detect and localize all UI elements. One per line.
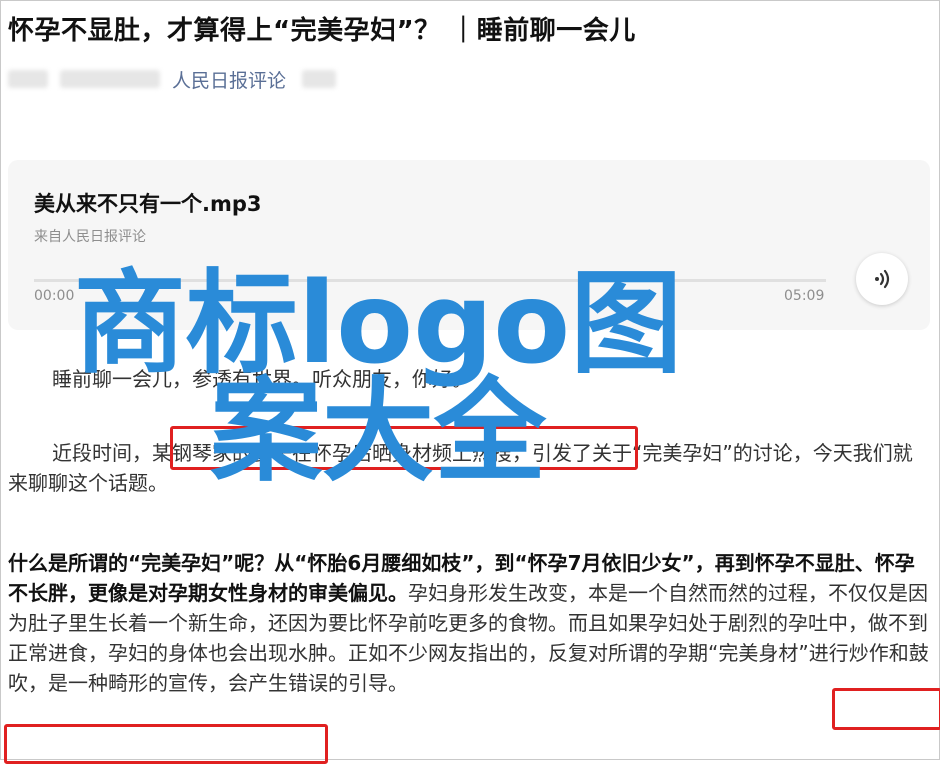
blurred-author — [8, 70, 48, 88]
progress-bar[interactable] — [34, 279, 826, 282]
track-title: 美从来不只有一个.mp3 — [34, 192, 262, 216]
highlight-box-news — [170, 426, 638, 470]
paragraph-intro: 睡前聊一会儿，参透有世界。听众朋友，你好。 — [52, 367, 472, 391]
source-link[interactable]: 人民日报评论 — [172, 66, 286, 93]
article-title: 怀孕不显肚，才算得上“完美孕妇”？ ｜睡前聊一会儿 — [8, 16, 636, 46]
blurred-date — [60, 70, 160, 88]
article-meta: 人民日报评论 — [8, 64, 348, 94]
audio-player: 美从来不只有一个.mp3 来自人民日报评论 00:00 05:09 — [8, 160, 930, 330]
track-source: 来自人民日报评论 — [34, 229, 146, 245]
play-button[interactable] — [856, 253, 908, 305]
time-current: 00:00 — [34, 288, 75, 304]
paragraph-main: 什么是所谓的“完美孕妇”呢？从“怀胎6月腰细如枝”，到“怀孕7月依旧少女”，再到… — [8, 548, 932, 698]
time-total: 05:09 — [784, 288, 825, 304]
highlight-box-phrase1 — [832, 688, 940, 730]
highlight-box-phrase2 — [4, 724, 328, 764]
blurred-location — [302, 70, 337, 88]
speaker-wave-icon — [875, 269, 890, 289]
